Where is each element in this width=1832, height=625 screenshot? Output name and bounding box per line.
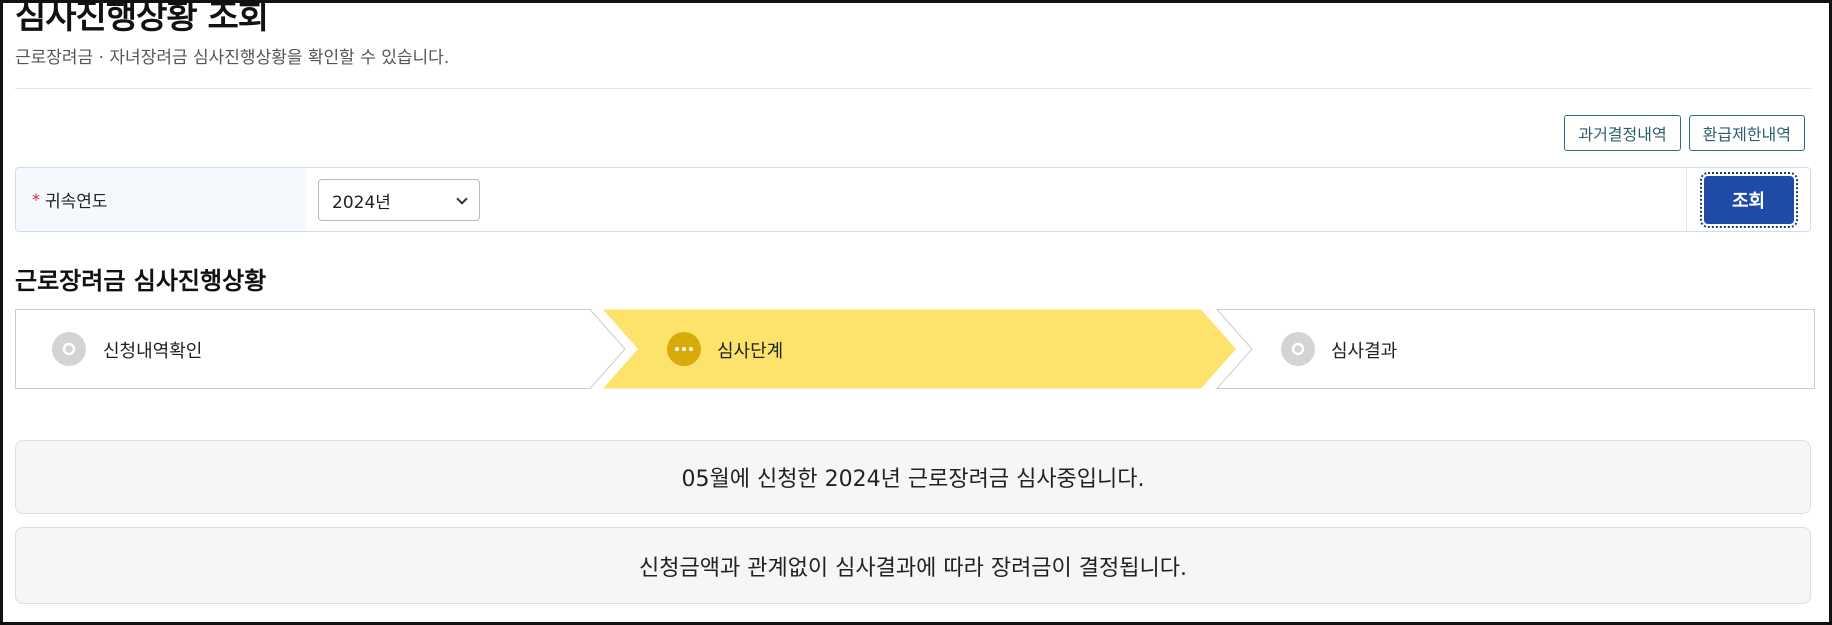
- step-label-application-check: 신청내역확인: [103, 341, 203, 362]
- chevron-down-icon: [456, 193, 468, 205]
- refund-restrictions-button[interactable]: 환급제한내역: [1688, 115, 1805, 151]
- step-pending-icon: [1281, 332, 1315, 366]
- review-status-message: 05월에 신청한 2024년 근로장려금 심사중입니다.: [15, 440, 1811, 514]
- year-select[interactable]: 2024년: [318, 179, 480, 221]
- required-mark: *: [32, 190, 40, 209]
- past-decisions-button[interactable]: 과거결정내역: [1564, 115, 1681, 151]
- year-label-cell: * 귀속연도: [16, 168, 306, 231]
- progress-steps: [15, 309, 1815, 389]
- search-form: * 귀속연도 2024년 조회: [15, 167, 1811, 232]
- page-title: 심사진행상황 조회: [15, 0, 269, 37]
- header-divider: [15, 88, 1811, 89]
- progress-section-title: 근로장려금 심사진행상황: [15, 267, 267, 295]
- step-pending-icon: [52, 332, 86, 366]
- search-button[interactable]: 조회: [1699, 171, 1798, 228]
- step-in-progress-icon: [667, 332, 701, 366]
- app-window: 심사진행상황 조회 근로장려금 · 자녀장려금 심사진행상황을 확인할 수 있습…: [0, 0, 1832, 625]
- search-button-cell: 조회: [1686, 168, 1810, 231]
- top-button-group: 과거결정내역 환급제한내역: [1564, 115, 1805, 151]
- page-description: 근로장려금 · 자녀장려금 심사진행상황을 확인할 수 있습니다.: [15, 48, 450, 68]
- step-label-result: 심사결과: [1331, 341, 1398, 362]
- step-label-review: 심사단계: [717, 341, 784, 362]
- review-note-message: 신청금액과 관계없이 심사결과에 따라 장려금이 결정됩니다.: [15, 527, 1811, 604]
- year-label: 귀속연도: [45, 192, 108, 212]
- review-status-text: 05월에 신청한 2024년 근로장려금 심사중입니다.: [681, 467, 1145, 492]
- year-select-value: 2024년: [332, 192, 391, 213]
- review-note-text: 신청금액과 관계없이 심사결과에 따라 장려금이 결정됩니다.: [639, 555, 1187, 581]
